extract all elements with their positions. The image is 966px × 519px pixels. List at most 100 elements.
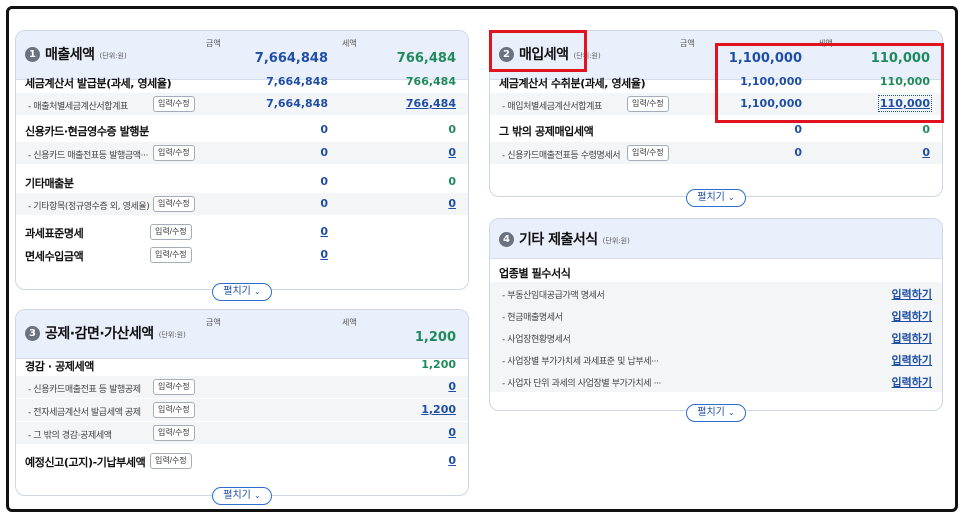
row-label: - 전자세금계산서 발급세액 공제 — [28, 408, 141, 418]
other-forms-header: 4 기타 제출서식 (단위:원) — [490, 219, 942, 259]
section-title-text: 공제·감면·가산세액 — [45, 326, 154, 342]
input-edit-button[interactable]: 입력/수정 — [153, 402, 195, 418]
row-amount: 0 — [320, 175, 328, 188]
row-amount: 0 — [320, 146, 328, 159]
sales-tax-card: 1 매출세액 (단위:원) 금액 세액 7,664,848 766,484 세금… — [15, 30, 469, 290]
row-tax-link[interactable]: 0 — [922, 146, 930, 159]
unit-label: (단위:원) — [158, 330, 186, 339]
table-row: - 기타항목(정규영수증 외, 영세율) 입력/수정 0 0 — [16, 193, 468, 215]
chevron-down-icon: ⌄ — [728, 408, 735, 417]
row-tax-link[interactable]: 0 — [448, 146, 456, 159]
row-label: 세금계산서 수취분(과세, 영세율) — [499, 77, 646, 90]
input-link[interactable]: 입력하기 — [892, 308, 932, 324]
unit-label: (단위:원) — [602, 236, 630, 245]
highlight-box-title — [489, 30, 587, 72]
row-label: - 신용카드 매출전표등 발행금액··· — [28, 151, 149, 161]
row-amount-link[interactable]: 0 — [320, 248, 328, 261]
amount-column-label: 금액 — [206, 39, 221, 48]
total-amount-value: 7,664,848 — [254, 51, 328, 66]
expand-label: 펼치기 — [697, 407, 725, 418]
expand-label: 펼치기 — [697, 192, 725, 203]
input-link[interactable]: 입력하기 — [892, 374, 932, 390]
expand-button[interactable]: 펼치기 ⌄ — [212, 487, 272, 505]
input-link[interactable]: 입력하기 — [892, 330, 932, 346]
row-label: 예정신고(고지)-기납부세액 — [25, 456, 146, 469]
deduction-card: 3 공제·감면·가산세액 (단위:원) 금액 세액 1,200 경감 · 공제세… — [15, 309, 469, 496]
row-amount: 0 — [320, 123, 328, 136]
table-row: - 그 밖의 경감·공제세액 입력/수정 0 — [16, 422, 468, 444]
row-tax: 0 — [448, 123, 456, 136]
deduction-title: 3 공제·감면·가산세액 (단위:원) — [25, 323, 186, 343]
section-title-text: 기타 제출서식 — [519, 232, 598, 248]
row-tax-link[interactable]: 1,200 — [421, 403, 456, 416]
row-tax: 766,484 — [405, 75, 456, 88]
tax-column-label: 세액 — [342, 318, 357, 327]
input-link[interactable]: 입력하기 — [892, 352, 932, 368]
expand-label: 펼치기 — [223, 286, 251, 297]
row-tax: 0 — [448, 175, 456, 188]
row-tax-link[interactable]: 0 — [448, 197, 456, 210]
row-label: - 신용카드매출전표등 수령명세서 — [502, 151, 621, 161]
row-label: - 부동산임대공급가액 명세서 — [502, 291, 605, 301]
row-label: - 그 밖의 경감·공제세액 — [28, 431, 112, 441]
row-label: - 사업장현황명세서 — [502, 335, 571, 345]
input-edit-button[interactable]: 입력/수정 — [153, 96, 195, 112]
sales-tax-title: 1 매출세액 (단위:원) — [25, 44, 127, 64]
row-tax-link[interactable]: 766,484 — [406, 97, 456, 110]
table-row: - 신용카드매출전표등 수령명세서 입력/수정 0 0 — [490, 142, 942, 164]
list-item: - 사업자 단위 과세의 사업장별 부가가치세 ··· 입력하기 — [490, 370, 942, 392]
row-label: 과세표준명세 — [25, 227, 84, 240]
table-row: 세금계산서 발급분(과세, 영세율) 7,664,848 766,484 — [16, 71, 468, 93]
row-amount: 7,664,848 — [266, 75, 328, 88]
input-link[interactable]: 입력하기 — [892, 286, 932, 302]
expand-button[interactable]: 펼치기 ⌄ — [212, 283, 272, 301]
table-row: 면세수입금액 입력/수정 0 — [16, 244, 468, 266]
table-row: 신용카드·현금영수증 발행분 0 0 — [16, 119, 468, 141]
row-label: - 기타항목(정규영수증 외, 영세율) — [28, 202, 150, 212]
row-label: 세금계산서 발급분(과세, 영세율) — [25, 77, 172, 90]
input-edit-button[interactable]: 입력/수정 — [153, 196, 195, 212]
expand-button[interactable]: 펼치기 ⌄ — [686, 189, 746, 207]
row-amount: 0 — [794, 123, 802, 136]
row-amount: 0 — [320, 197, 328, 210]
input-edit-button[interactable]: 입력/수정 — [153, 379, 195, 395]
list-item: - 사업장별 부가가치세 과세표준 및 납부세··· 입력하기 — [490, 348, 942, 370]
row-amount: 0 — [794, 146, 802, 159]
list-item: - 현금매출명세서 입력하기 — [490, 304, 942, 326]
amount-column-label: 금액 — [680, 39, 695, 48]
table-row: 경감 · 공제세액 1,200 — [16, 354, 468, 376]
section-number-badge: 3 — [25, 325, 40, 341]
highlight-box-values — [715, 43, 944, 123]
row-label: - 현금매출명세서 — [502, 313, 563, 323]
amount-column-label: 금액 — [206, 318, 221, 327]
row-tax: 1,200 — [421, 358, 456, 371]
chevron-down-icon: ⌄ — [728, 193, 735, 202]
expand-button[interactable]: 펼치기 ⌄ — [686, 404, 746, 422]
row-label: 업종별 필수서식 — [499, 267, 571, 280]
input-edit-button[interactable]: 입력/수정 — [150, 247, 192, 263]
chevron-down-icon: ⌄ — [254, 287, 261, 296]
row-tax-link[interactable]: 0 — [448, 426, 456, 439]
deduction-header: 3 공제·감면·가산세액 (단위:원) 금액 세액 1,200 — [16, 310, 468, 359]
row-tax-link[interactable]: 0 — [448, 454, 456, 467]
section-title-text: 매출세액 — [45, 47, 95, 63]
row-tax-link[interactable]: 0 — [448, 380, 456, 393]
input-edit-button[interactable]: 입력/수정 — [627, 145, 669, 161]
input-edit-button[interactable]: 입력/수정 — [153, 425, 195, 441]
row-label: 면세수입금액 — [25, 250, 84, 263]
other-forms-card: 4 기타 제출서식 (단위:원) 업종별 필수서식 - 부동산임대공급가액 명세… — [489, 218, 943, 411]
input-edit-button[interactable]: 입력/수정 — [627, 96, 669, 112]
chevron-down-icon: ⌄ — [254, 491, 261, 500]
other-forms-title: 4 기타 제출서식 (단위:원) — [499, 229, 630, 249]
input-edit-button[interactable]: 입력/수정 — [150, 224, 192, 240]
table-row: 과세표준명세 입력/수정 0 — [16, 221, 468, 243]
table-row: - 신용카드 매출전표등 발행금액··· 입력/수정 0 0 — [16, 142, 468, 164]
row-amount-link[interactable]: 0 — [320, 225, 328, 238]
row-label: 그 밖의 공제매입세액 — [499, 125, 594, 138]
total-tax-value: 766,484 — [396, 51, 456, 66]
input-edit-button[interactable]: 입력/수정 — [150, 453, 192, 469]
input-edit-button[interactable]: 입력/수정 — [153, 145, 195, 161]
table-row: - 신용카드매출전표 등 발행공제 입력/수정 0 — [16, 376, 468, 398]
row-label: 경감 · 공제세액 — [25, 360, 94, 373]
table-row: - 전자세금계산서 발급세액 공제 입력/수정 1,200 — [16, 399, 468, 421]
